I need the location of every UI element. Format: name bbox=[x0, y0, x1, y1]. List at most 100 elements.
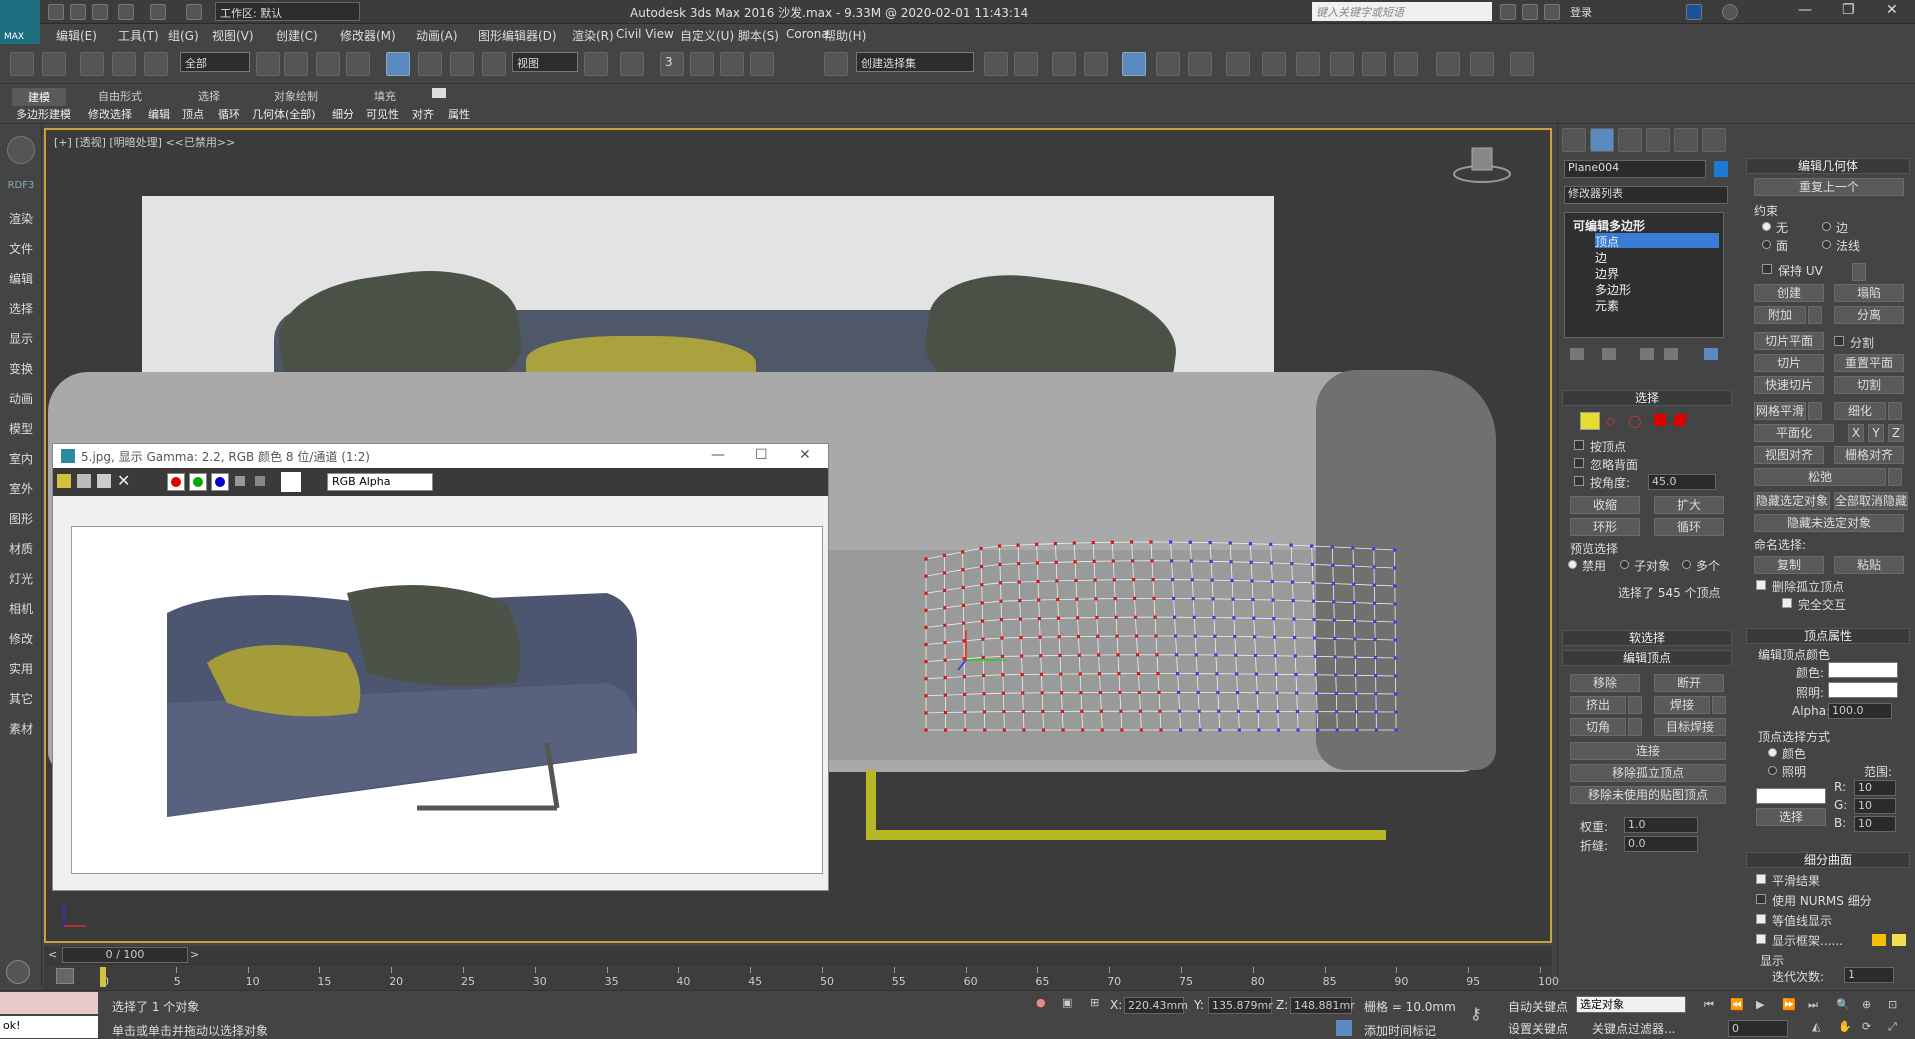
soft-selection-rollout-header[interactable]: 软选择 bbox=[1562, 630, 1732, 646]
blue-channel-button[interactable] bbox=[211, 473, 229, 491]
preserve-uv-settings-icon[interactable] bbox=[1852, 263, 1866, 281]
move-icon[interactable] bbox=[386, 52, 410, 76]
save-image-icon[interactable] bbox=[57, 474, 71, 488]
fov-icon[interactable]: ◭ bbox=[1812, 1020, 1820, 1033]
chamfer-settings-icon[interactable] bbox=[1628, 718, 1642, 736]
layer-manager-icon[interactable] bbox=[1052, 52, 1076, 76]
current-frame-field[interactable]: 0 bbox=[1728, 1020, 1788, 1037]
scale-icon[interactable] bbox=[450, 52, 474, 76]
constraint-face-radio[interactable] bbox=[1762, 240, 1771, 249]
sidebar-item-4[interactable]: 选择 bbox=[0, 300, 42, 317]
ribbon-item-4[interactable]: 循环 bbox=[218, 106, 240, 122]
auto-key-button[interactable]: 自动关键点 bbox=[1508, 998, 1568, 1015]
polygon-mode-icon[interactable] bbox=[1654, 414, 1666, 426]
image-canvas[interactable] bbox=[71, 526, 823, 874]
y-coord-field[interactable]: 135.879mr bbox=[1208, 997, 1273, 1014]
quickslice-button[interactable]: 快速切片 bbox=[1754, 376, 1824, 394]
menu-0[interactable]: 编辑(E) bbox=[56, 27, 97, 44]
planarize-button[interactable]: 平面化 bbox=[1754, 424, 1834, 442]
edge-mode-icon[interactable]: ◇ bbox=[1606, 414, 1620, 428]
pin-stack-icon[interactable] bbox=[1570, 348, 1584, 360]
absolute-mode-icon[interactable]: ⊞ bbox=[1090, 996, 1099, 1009]
sidebar-item-12[interactable]: 材质 bbox=[0, 540, 42, 557]
modifier-stack-item-5[interactable]: 元素 bbox=[1595, 297, 1719, 313]
vertex-color-swatch[interactable] bbox=[1828, 662, 1898, 678]
connect-button[interactable]: 连接 bbox=[1570, 742, 1726, 760]
red-channel-button[interactable] bbox=[167, 473, 185, 491]
use-nurms-checkbox[interactable] bbox=[1756, 894, 1766, 904]
make-unique-icon[interactable] bbox=[1640, 348, 1654, 360]
hide-unselected-button[interactable]: 隐藏未选定对象 bbox=[1754, 514, 1904, 532]
preview-multi-radio[interactable] bbox=[1682, 560, 1691, 569]
motion-tab-icon[interactable] bbox=[1646, 128, 1670, 152]
clear-icon[interactable]: ✕ bbox=[117, 471, 130, 490]
snap-toggle-icon[interactable]: 3 bbox=[660, 52, 684, 76]
mono-icon[interactable] bbox=[235, 476, 245, 486]
rotate-icon[interactable] bbox=[418, 52, 442, 76]
repeat-last-button[interactable]: 重复上一个 bbox=[1754, 178, 1904, 196]
edit-named-sel-icon[interactable] bbox=[824, 52, 848, 76]
settings-gear-icon[interactable] bbox=[6, 960, 30, 984]
attach-list-icon[interactable] bbox=[1808, 306, 1822, 324]
set-key-button[interactable]: 设置关键点 bbox=[1508, 1020, 1568, 1037]
selection-filter-select[interactable]: 全部 bbox=[180, 52, 250, 72]
sidebar-item-10[interactable]: 室外 bbox=[0, 480, 42, 497]
select-by-color-radio[interactable] bbox=[1768, 748, 1777, 757]
modifier-stack-item-4[interactable]: 多边形 bbox=[1595, 281, 1719, 297]
project-folder-icon[interactable] bbox=[186, 4, 202, 20]
sidebar-item-5[interactable]: 显示 bbox=[0, 330, 42, 347]
extrude-settings-icon[interactable] bbox=[1628, 696, 1642, 714]
reset-plane-button[interactable]: 重置平面 bbox=[1834, 354, 1904, 372]
modifier-stack-item-3[interactable]: 边界 bbox=[1595, 265, 1719, 281]
detach-button[interactable]: 分离 bbox=[1834, 306, 1904, 324]
break-button[interactable]: 断开 bbox=[1654, 674, 1724, 692]
sidebar-item-14[interactable]: 相机 bbox=[0, 600, 42, 617]
create-tab-icon[interactable] bbox=[1562, 128, 1586, 152]
app-logo[interactable]: MAX bbox=[0, 0, 40, 44]
ribbon-item-3[interactable]: 顶点 bbox=[182, 106, 204, 122]
rendered-frame-icon[interactable] bbox=[1296, 52, 1320, 76]
split-checkbox[interactable] bbox=[1834, 336, 1844, 346]
relax-settings-icon[interactable] bbox=[1888, 468, 1902, 486]
menu-11[interactable]: 脚本(S) bbox=[738, 27, 779, 44]
hide-selected-button[interactable]: 隐藏选定对象 bbox=[1754, 492, 1830, 510]
mini-curve-editor-icon[interactable] bbox=[56, 968, 74, 984]
loop-button[interactable]: 循环 bbox=[1654, 518, 1724, 536]
ribbon-item-7[interactable]: 可见性 bbox=[366, 106, 399, 122]
crease-spinner[interactable]: 0.0 bbox=[1624, 836, 1698, 852]
tessellate-settings-icon[interactable] bbox=[1888, 402, 1902, 420]
range-b-spinner[interactable]: 10 bbox=[1854, 816, 1896, 832]
cage-color-1-swatch[interactable] bbox=[1872, 934, 1886, 946]
key-mode-select[interactable]: 选定对象 bbox=[1576, 996, 1686, 1013]
keyboard-shortcut-icon[interactable] bbox=[620, 52, 644, 76]
spinner-snap-icon[interactable] bbox=[750, 52, 774, 76]
ring-button[interactable]: 环形 bbox=[1570, 518, 1640, 536]
print-icon[interactable] bbox=[97, 474, 111, 488]
iterations-spinner[interactable]: 1 bbox=[1844, 967, 1894, 983]
show-end-result-icon[interactable] bbox=[1602, 348, 1616, 360]
isolate-toggle-icon[interactable]: ● bbox=[1036, 996, 1046, 1009]
menu-8[interactable]: 渲染(R) bbox=[572, 27, 614, 44]
object-name-input[interactable]: Plane004 bbox=[1564, 160, 1706, 178]
display-tab-icon[interactable] bbox=[1674, 128, 1698, 152]
menu-5[interactable]: 修改器(M) bbox=[340, 27, 396, 44]
open-file-icon[interactable] bbox=[70, 4, 86, 20]
mirror-icon[interactable] bbox=[984, 52, 1008, 76]
redo-tool-icon[interactable] bbox=[42, 52, 66, 76]
new-file-icon[interactable] bbox=[48, 4, 64, 20]
image-viewer-window[interactable]: 5.jpg, 显示 Gamma: 2.2, RGB 颜色 8 位/通道 (1:2… bbox=[52, 443, 829, 891]
weight-spinner[interactable]: 1.0 bbox=[1624, 817, 1698, 833]
minimize-icon[interactable]: — bbox=[711, 447, 725, 463]
x-coord-field[interactable]: 220.43mm bbox=[1124, 997, 1188, 1014]
reference-coord-select[interactable]: 视图 bbox=[512, 52, 578, 72]
ribbon-options-icon[interactable] bbox=[432, 88, 446, 98]
preview-subobj-radio[interactable] bbox=[1620, 560, 1629, 569]
adaptive-degradation-icon[interactable] bbox=[1336, 1020, 1352, 1036]
planarize-x-button[interactable]: X bbox=[1848, 424, 1864, 442]
modifier-stack-item-1[interactable]: 顶点 bbox=[1595, 233, 1719, 249]
bookmark-icon[interactable] bbox=[1522, 4, 1538, 20]
zoom-all-icon[interactable]: ⊕ bbox=[1862, 998, 1871, 1011]
relax-button[interactable]: 松弛 bbox=[1754, 468, 1886, 486]
paste-button[interactable]: 粘贴 bbox=[1834, 556, 1904, 574]
copy-button[interactable]: 复制 bbox=[1754, 556, 1824, 574]
